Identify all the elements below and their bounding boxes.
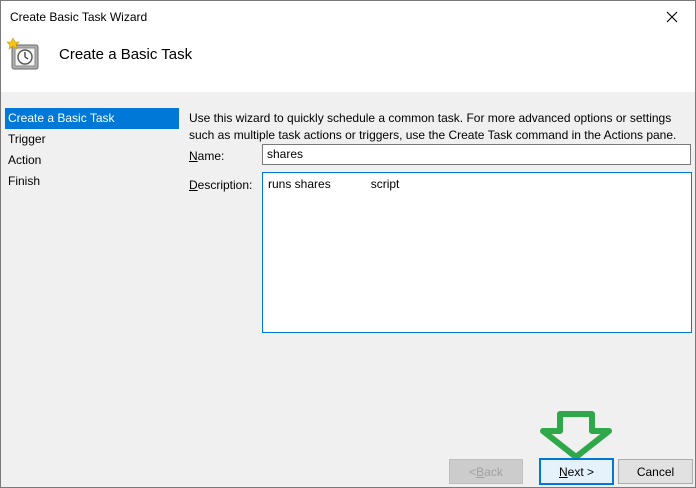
step-create-basic-task: Create a Basic Task [5,108,179,129]
next-button[interactable]: Next > [539,458,614,485]
wizard-header: Create a Basic Task [1,32,695,92]
window-title: Create Basic Task Wizard [10,10,148,24]
step-finish: Finish [8,174,41,188]
step-action: Action [8,153,42,167]
close-button[interactable] [649,1,695,32]
title-bar: Create Basic Task Wizard [1,1,695,32]
close-icon [666,11,678,22]
back-button[interactable]: < Back [449,459,523,484]
cancel-button[interactable]: Cancel [618,459,693,484]
page-title: Create a Basic Task [59,46,193,63]
intro-text: Use this wizard to quickly schedule a co… [189,111,677,142]
wizard-steps: Create a Basic Task Trigger Action Finis… [5,108,179,192]
wizard-window: Create Basic Task Wizard Create a Basic … [0,0,696,488]
name-field[interactable]: shares [262,144,691,165]
task-scheduler-clock-icon [7,38,39,70]
description-field[interactable]: runs shares script [262,172,692,333]
description-label: Description: [189,178,253,192]
name-label: Name: [189,149,225,163]
step-trigger: Trigger [8,132,46,146]
down-arrow-icon [540,411,612,460]
